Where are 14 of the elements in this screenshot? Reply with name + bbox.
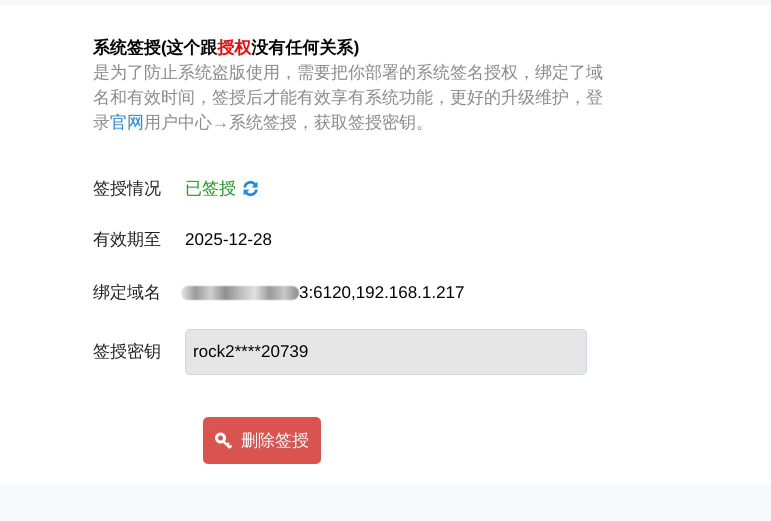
key-input-field[interactable]: rock2****20739	[185, 328, 587, 374]
field-value: 2025-12-28	[185, 229, 272, 252]
delete-button[interactable]: 删除签授	[203, 417, 321, 464]
description-text: 是为了防止系统盗版使用，需要把你部署的系统签名授权，绑定了域名和有效时间，签授后才能有效享有系统功能，更好的升级维护，登录官网用户中心→系统签授，获取签授密钥。	[93, 62, 604, 134]
refresh-icon[interactable]	[242, 180, 259, 197]
field-label: 签授密钥	[93, 340, 162, 363]
key-icon	[215, 432, 233, 450]
status-text: 已签授	[185, 178, 236, 200]
field-label: 签授情况	[93, 178, 162, 200]
field-label: 有效期至	[93, 229, 162, 252]
section-title: 系统签授(这个跟授权没有任何关系)	[93, 37, 360, 59]
field-value: 3:6120,192.168.1.217	[299, 282, 464, 304]
website-link[interactable]: 官网	[110, 113, 144, 132]
field-label: 绑定域名	[93, 282, 162, 304]
